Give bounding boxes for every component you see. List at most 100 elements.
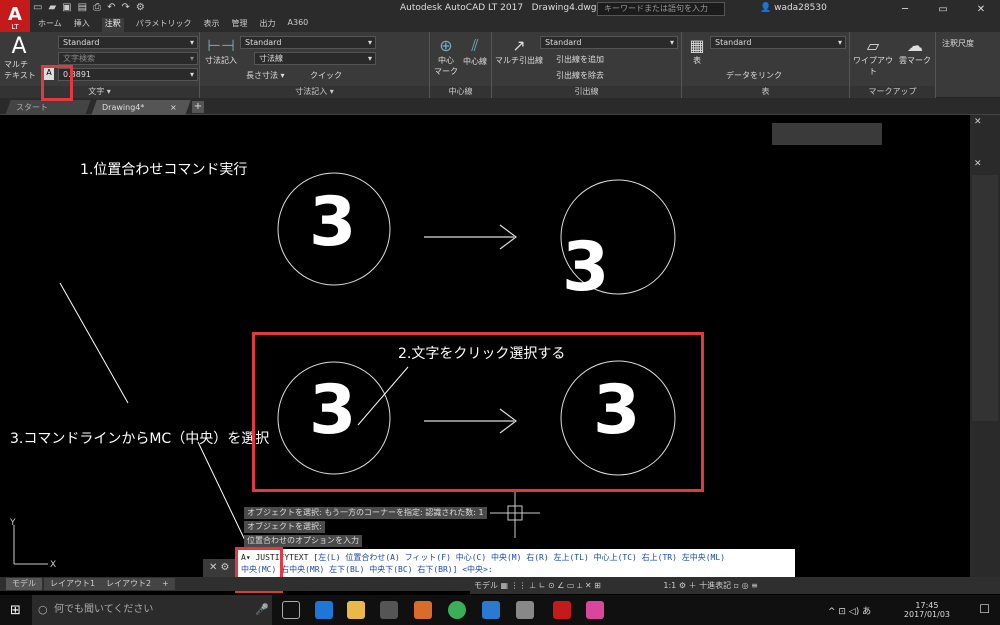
wipeout-button[interactable]: ▱ ワイプアウト [852, 36, 894, 77]
centerline-button[interactable]: ⫽ 中心線 [460, 36, 490, 67]
model-tab[interactable]: モデル [6, 578, 42, 590]
wipeout-icon: ▱ [866, 36, 880, 55]
task-view-icon[interactable] [282, 601, 300, 619]
application-menu-button[interactable]: A LT [0, 0, 30, 36]
tables-panel-label[interactable]: 表 [682, 86, 849, 98]
dim-layer-select[interactable]: 寸法線 [254, 52, 376, 65]
text-style-select[interactable]: Standard [58, 36, 198, 49]
text-panel-label[interactable]: 文字 ▾ [0, 86, 199, 98]
new-layout-button[interactable]: + [156, 578, 175, 590]
hb-app-icon[interactable] [586, 601, 604, 619]
highlight-box-justify-icon [41, 65, 73, 101]
command-options-1[interactable]: 左(L) 位置合わせ(A) フィット(F) 中心(C) 中央(M) 右(R) 左… [318, 553, 725, 562]
grid-icon[interactable]: ▦ ⋮⋮ ⊥ ∟ ⊙ ∠ ▭ ⟂ ✕ ⊞ [501, 581, 604, 590]
close-palette-icon[interactable]: ✕ [974, 117, 982, 127]
tab-a360[interactable]: A360 [288, 18, 309, 32]
tables-panel: ▦表 Standard データをリンク 表 [682, 32, 850, 98]
find-text-input[interactable]: 文字検索 [58, 52, 198, 65]
undo-icon[interactable]: ↶ [107, 2, 115, 13]
model-space-button[interactable]: モデル [474, 581, 498, 590]
windows-start-icon[interactable]: ⊞ [10, 603, 21, 618]
command-history-line-3: 位置合わせのオプションを入力 [244, 535, 362, 547]
revision-cloud-button[interactable]: ☁ 雲マーク [896, 36, 934, 66]
add-leader-button[interactable]: 引出線を追加 [556, 54, 604, 65]
redo-icon[interactable]: ↷ [121, 2, 129, 13]
command-line[interactable]: A▾ JUSTIFYTEXT [左(L) 位置合わせ(A) フィット(F) 中心… [237, 549, 795, 577]
tab-annotate[interactable]: 注釈 [101, 18, 124, 32]
multileader-button[interactable]: ↗ マルチ引出線 [494, 36, 544, 66]
close-window-button[interactable]: ✕ [962, 0, 1000, 18]
link-data-button[interactable]: データをリンク [726, 70, 782, 81]
text-height-input[interactable]: 0.8891 [58, 68, 198, 81]
table-icon: ▦ [689, 36, 705, 55]
autocad-taskbar-icon[interactable] [553, 601, 571, 619]
table-button[interactable]: ▦ 表 [686, 36, 708, 66]
tab-home[interactable]: ホーム [38, 18, 62, 32]
taskbar-search[interactable]: ○ 何でも聞いてください [32, 595, 272, 625]
leader-style-select[interactable]: Standard [540, 36, 678, 49]
help-search-input[interactable]: キーワードまたは語句を入力 [597, 2, 725, 16]
command-line-close-icon[interactable]: ✕ ⚙ [203, 559, 237, 577]
file-explorer-icon[interactable] [347, 601, 365, 619]
notification-icon[interactable]: ☐ [979, 602, 990, 616]
gear-icon[interactable]: ⚙ ＋ [679, 581, 699, 590]
units-value[interactable]: 十進表記 [699, 581, 731, 590]
save-icon[interactable]: ▣ [62, 2, 71, 13]
save-as-icon[interactable]: ▤ [78, 2, 87, 13]
tab-manage[interactable]: 管理 [232, 18, 248, 32]
drawing-canvas[interactable]: Y X 3 3 3 3 1.位置合わせコマンド実行 2.文字をクリック選択する … [0, 115, 970, 577]
properties-palette[interactable] [972, 175, 998, 421]
microphone-icon[interactable]: 🎤 [255, 603, 269, 616]
tab-insert[interactable]: 挿入 [74, 18, 90, 32]
linear-dim-button[interactable]: 長さ寸法 ▾ [246, 70, 285, 81]
navigation-bar[interactable] [772, 123, 882, 145]
customize-icon[interactable]: ▫ ◎ ≡ [734, 581, 758, 590]
annotation-scale-label[interactable]: 注釈尺度 [942, 38, 974, 49]
close-properties-icon[interactable]: ✕ [974, 159, 982, 169]
dimensions-panel-label[interactable]: 寸法記入 ▾ [200, 86, 429, 98]
tab-view[interactable]: 表示 [204, 18, 220, 32]
center-mark-icon: ⊕ [439, 36, 453, 55]
table-style-select[interactable]: Standard [710, 36, 846, 49]
open-file-icon[interactable]: ▰ [48, 2, 56, 13]
multiline-text-button[interactable]: A マルチ テキスト [4, 34, 36, 81]
text-3-before-1[interactable]: 3 [309, 189, 356, 257]
user-account[interactable]: 👤 wada28530 [760, 3, 827, 13]
command-history-line-1: オブジェクトを選択: もう一方のコーナーを指定: 認識された数: 1 [244, 507, 487, 519]
center-mark-button[interactable]: ⊕ 中心 マーク [432, 36, 460, 77]
close-tab-icon[interactable]: × [170, 100, 177, 115]
edge-icon[interactable] [315, 601, 333, 619]
paint-icon[interactable] [516, 601, 534, 619]
clock[interactable]: 17:45 2017/01/03 [904, 601, 950, 619]
status-bar: モデル ▦ ⋮⋮ ⊥ ∟ ⊙ ∠ ▭ ⟂ ✕ ⊞ 1:1 ⚙ ＋ 十進表記 ▫ … [470, 577, 1000, 594]
tab-output[interactable]: 出力 [260, 18, 276, 32]
dimension-icon: ⊢⊣ [207, 36, 235, 55]
print-icon[interactable]: ⎙ [93, 2, 101, 13]
dim-style-select[interactable]: Standard [240, 36, 376, 49]
maximize-button[interactable]: ▭ [924, 0, 962, 18]
chrome-icon[interactable] [448, 601, 466, 619]
media-player-icon[interactable] [414, 601, 432, 619]
store-icon[interactable] [380, 601, 398, 619]
tab-parametric[interactable]: パラメトリック [136, 18, 192, 32]
annotation-step1: 1.位置合わせコマンド実行 [80, 162, 248, 178]
minimize-button[interactable]: ─ [886, 0, 924, 18]
system-tray-icons[interactable]: ^ ⊡ ◁) あ [828, 604, 871, 617]
new-file-icon[interactable]: ▭ [33, 2, 42, 13]
layout2-tab[interactable]: レイアウト2 [100, 578, 158, 590]
command-history-line-2: オブジェクトを選択: [244, 521, 325, 533]
workspace-gear-icon[interactable]: ⚙ [136, 2, 145, 13]
quick-dim-button[interactable]: クイック [310, 70, 342, 81]
dimension-button[interactable]: ⊢⊣ 寸法記入 [204, 36, 238, 66]
dimensions-panel: ⊢⊣寸法記入 Standard 寸法線 長さ寸法 ▾ クイック 寸法記入 ▾ [200, 32, 430, 98]
text-3-after-1[interactable]: 3 [562, 234, 609, 302]
layout1-tab[interactable]: レイアウト1 [44, 578, 102, 590]
quick-access-toolbar: ▭ ▰ ▣ ▤ ⎙ ↶ ↷ ⚙ [33, 2, 145, 13]
ie-icon[interactable] [482, 601, 500, 619]
remove-leader-button[interactable]: 引出線を除去 [556, 70, 604, 81]
new-tab-button[interactable]: + [192, 101, 204, 113]
leaders-panel-label[interactable]: 引出線 [492, 86, 681, 98]
drawing-tab[interactable]: Drawing4* × [91, 100, 191, 115]
start-tab[interactable]: スタート [5, 100, 91, 115]
annotation-scale-value[interactable]: 1:1 [663, 581, 676, 590]
